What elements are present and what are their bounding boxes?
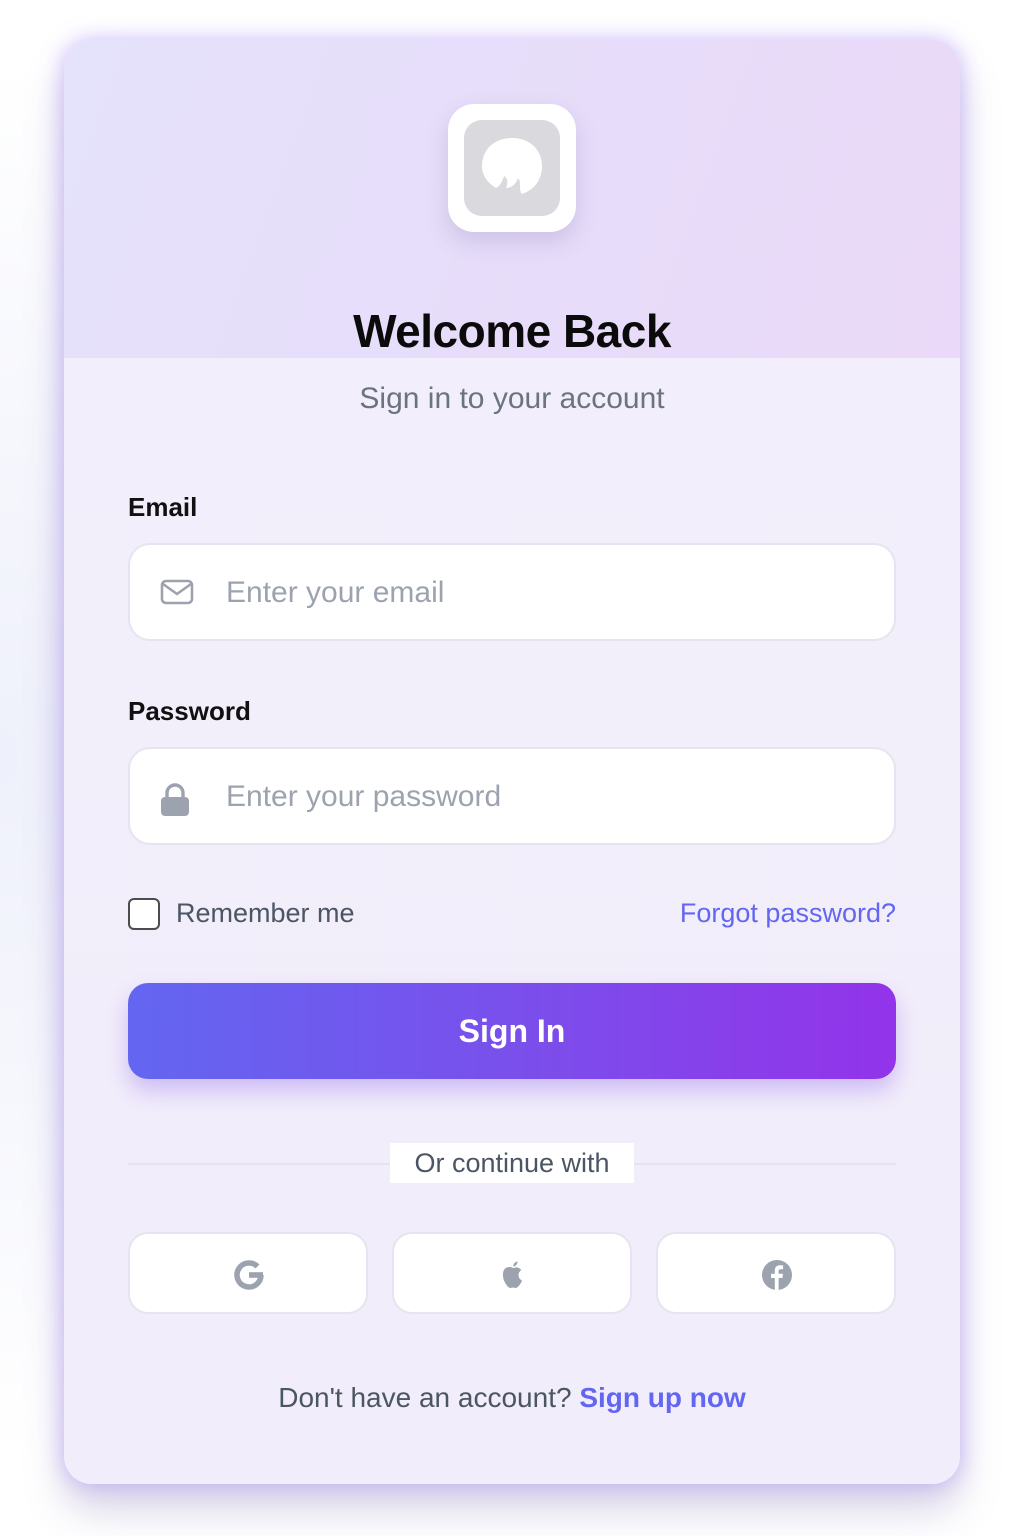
email-label: Email [128, 492, 198, 522]
apple-sign-in-button[interactable] [392, 1232, 632, 1314]
divider-label: Or continue with [390, 1143, 634, 1183]
remember-row: Remember me Forgot password? [128, 898, 896, 932]
email-field[interactable] [128, 543, 896, 641]
apple-icon [502, 1261, 522, 1288]
password-label: Password [128, 696, 251, 726]
login-card: Welcome Back Sign in to your account Ema… [64, 40, 960, 1484]
facebook-sign-in-button[interactable] [656, 1232, 896, 1314]
forgot-password-link[interactable]: Forgot password? [680, 898, 896, 929]
google-icon [234, 1260, 264, 1290]
signup-prompt-text: Don't have an account? [278, 1382, 572, 1413]
google-sign-in-button[interactable] [128, 1232, 368, 1314]
password-field[interactable] [128, 747, 896, 845]
sign-in-button[interactable]: Sign In [128, 983, 896, 1079]
sign-up-link[interactable]: Sign up now [579, 1382, 745, 1413]
facebook-icon [762, 1260, 792, 1290]
mail-icon [160, 579, 194, 610]
password-input[interactable] [226, 769, 866, 825]
remember-label[interactable]: Remember me [176, 898, 355, 929]
signup-prompt: Don't have an account? Sign up now [64, 1382, 960, 1414]
app-logo [448, 104, 576, 232]
page-subtitle: Sign in to your account [359, 382, 665, 415]
email-input[interactable] [226, 565, 866, 621]
remember-checkbox[interactable] [128, 898, 160, 930]
page-title: Welcome Back [353, 305, 671, 357]
lock-icon [160, 783, 190, 822]
logo-placeholder-icon [464, 120, 560, 216]
